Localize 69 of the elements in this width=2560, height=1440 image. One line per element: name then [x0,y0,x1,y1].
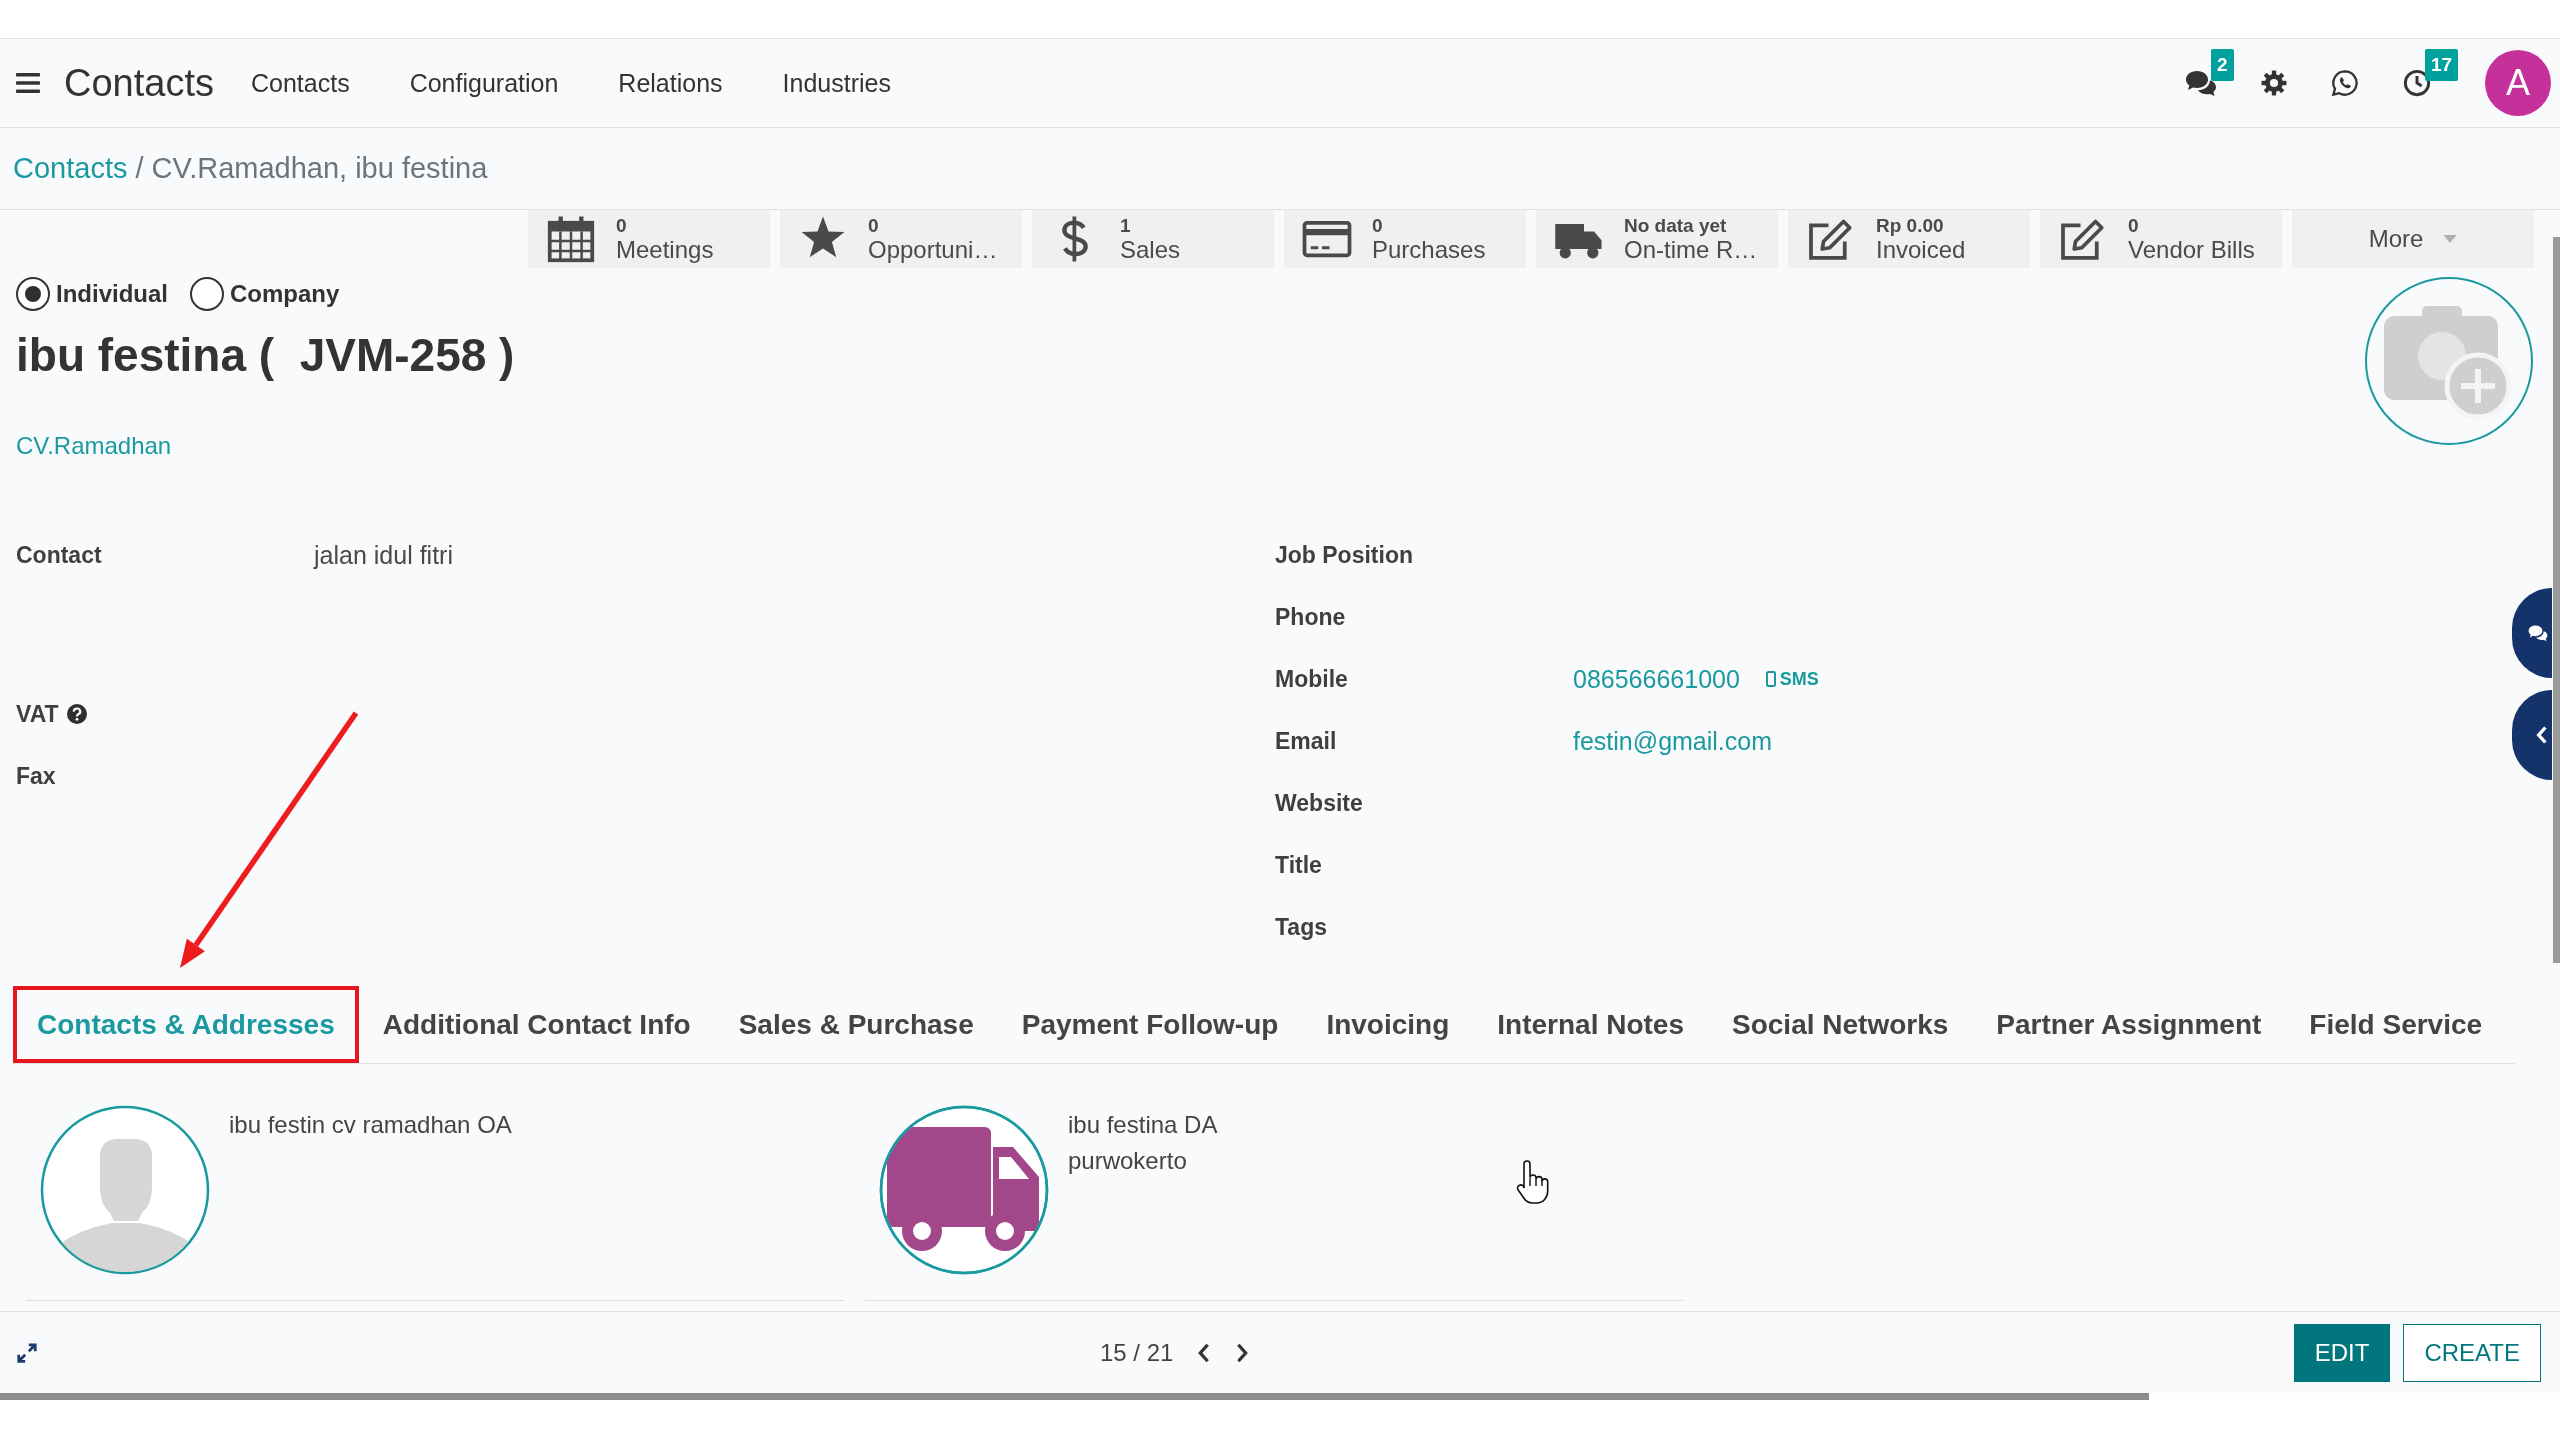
tab[interactable]: Social Networks [1712,990,1969,1059]
breadcrumb-separator: / [135,152,144,185]
stat-button[interactable]: 0 Opportuni… [780,210,1022,268]
menu-icon[interactable] [16,73,40,93]
chevron-left-icon [2536,725,2548,745]
stat-button[interactable]: 1 Sales [1032,210,1274,268]
calendar-icon [546,214,596,264]
chevron-right-icon[interactable] [1235,1341,1250,1364]
mobile-phone-icon [1765,671,1776,687]
contact-name: ibu festin cv ramadhan OA [229,1110,512,1140]
edit-button[interactable]: EDIT [2293,1323,2391,1382]
tab[interactable]: Payment Follow-up [1001,990,1299,1059]
expand-icon[interactable] [16,1341,38,1364]
contact-name: ibu festina DA [1068,1110,1218,1140]
tab[interactable]: Partner Assignment [1976,990,2282,1059]
radio-label[interactable]: Individual [56,280,168,308]
stat-button[interactable]: 0 Vendor Bills [2040,210,2282,268]
hand-cursor-icon [1515,1159,1551,1205]
camera-plus-icon[interactable] [2364,276,2534,446]
tab[interactable]: Field Service [2289,990,2503,1059]
field-label: Title [1275,851,1322,879]
chat-icon [2528,624,2548,642]
help-icon[interactable] [66,704,87,724]
count-badge: 17 [2425,49,2459,81]
pager-value: 15 / 21 [1100,1338,1174,1367]
menu-item[interactable]: Relations [588,68,753,98]
count-badge: 2 [2211,49,2234,81]
field-label: Mobile [1275,665,1348,693]
field-label: Website [1275,789,1363,817]
contact-address: purwokerto [1068,1146,1188,1176]
caret-down-icon [2443,235,2458,243]
tab[interactable]: Invoicing [1306,990,1470,1059]
radio-label[interactable]: Company [230,280,340,308]
field-label: Tags [1275,913,1327,941]
field-label: Phone [1275,603,1346,631]
field-label: Job Position [1275,541,1413,569]
clock-icon[interactable] [2403,69,2431,97]
record-title: ibu festina ( JVM-258 ) [16,328,515,383]
menu-item[interactable]: Industries [752,68,921,98]
field-label: VAT [16,700,59,728]
radio-button[interactable] [16,277,50,311]
tab[interactable]: Additional Contact Info [362,990,711,1059]
menu-item[interactable]: Contacts [220,68,380,98]
phone-chat-icon[interactable] [2331,69,2359,97]
field-label: Email [1275,727,1337,755]
vertical-scrollbar[interactable] [2553,237,2560,963]
radio-button[interactable] [190,277,224,311]
contact-card[interactable]: ibu festin cv ramadhan OA [26,1086,844,1301]
field-value: jalan idul fitri [314,540,453,571]
breadcrumb-current: CV.Ramadhan, ibu festina [151,152,488,185]
horizontal-scrollbar[interactable] [0,1393,2149,1400]
create-button[interactable]: CREATE [2403,1323,2541,1382]
field-label: Contact [16,541,102,569]
gear-icon[interactable] [2261,70,2287,96]
user-avatar[interactable]: A [2485,50,2551,116]
field-label: Fax [16,762,56,790]
tab[interactable]: Sales & Purchase [718,990,994,1059]
stat-button[interactable]: 0 Meetings [528,210,770,268]
stat-button[interactable]: No data yet On-time R… [1536,210,1778,268]
app-title[interactable]: Contacts [64,61,214,105]
more-button[interactable]: More [2292,210,2534,268]
tab[interactable]: Internal Notes [1477,990,1704,1059]
chat-icon[interactable] [2185,69,2217,97]
stat-button[interactable]: Rp 0.00 Invoiced [1788,210,2030,268]
truck-avatar-icon [879,1105,1049,1275]
person-avatar-icon [40,1105,210,1275]
contact-card[interactable]: ibu festina DA purwokerto [865,1086,1683,1301]
menu-item[interactable]: Configuration [379,68,589,98]
stat-button[interactable]: 0 Purchases [1284,210,1526,268]
